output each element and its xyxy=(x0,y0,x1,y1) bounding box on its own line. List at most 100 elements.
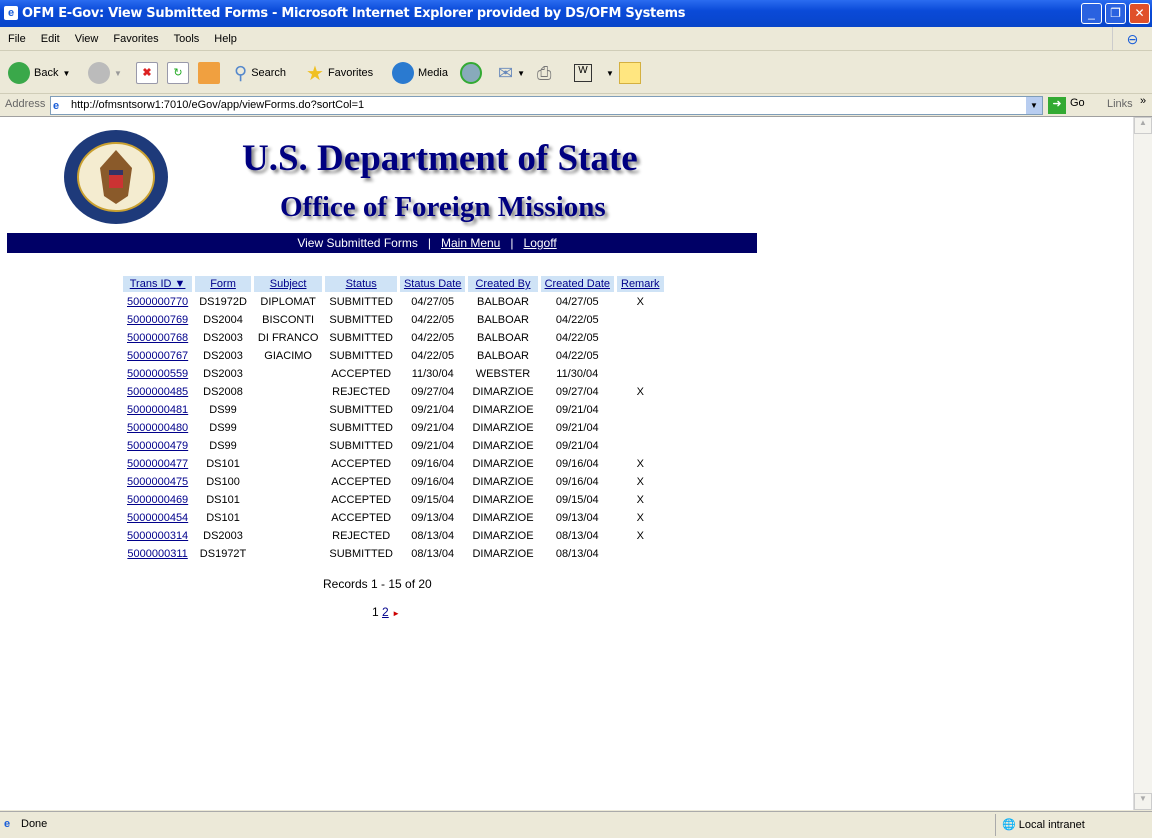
header-status-date[interactable]: Status Date xyxy=(399,276,466,292)
back-button[interactable]: Back ▼ xyxy=(8,60,70,86)
trans-id-link[interactable]: 5000000770 xyxy=(127,296,188,308)
cell-status-date: 09/21/04 xyxy=(411,403,455,416)
favorites-button[interactable]: ★ Favorites xyxy=(306,60,373,86)
address-dropdown-icon[interactable]: ▼ xyxy=(1026,97,1042,114)
go-button[interactable]: ➜ Go xyxy=(1048,97,1085,114)
trans-id-link[interactable]: 5000000769 xyxy=(127,314,188,326)
trans-id-link[interactable]: 5000000480 xyxy=(127,422,188,434)
trans-id-link[interactable]: 5000000314 xyxy=(127,530,188,542)
cell-remark: X xyxy=(636,385,644,398)
sort-link-subject[interactable]: Subject xyxy=(270,278,307,290)
scroll-down-icon[interactable]: ▼ xyxy=(1134,793,1152,810)
cell-status-date: 04/22/05 xyxy=(411,313,455,326)
sort-link-trans-id[interactable]: Trans ID ▼ xyxy=(130,278,186,290)
links-button[interactable]: Links xyxy=(1107,98,1133,110)
maximize-button[interactable]: ❐ xyxy=(1105,3,1126,24)
cell-status-date: 08/13/04 xyxy=(411,547,455,560)
cell-trans-id[interactable]: 5000000475 xyxy=(123,473,192,490)
header-created-by[interactable]: Created By xyxy=(468,276,538,292)
cell-trans-id[interactable]: 5000000559 xyxy=(123,365,192,382)
cell-subject xyxy=(254,455,323,472)
header-trans-id[interactable]: Trans ID ▼ xyxy=(123,276,193,292)
print-button[interactable]: ⎙ xyxy=(537,60,551,86)
header-created-date[interactable]: Created Date xyxy=(540,276,614,292)
trans-id-link[interactable]: 5000000311 xyxy=(127,548,187,560)
sort-link-status[interactable]: Status xyxy=(346,278,377,290)
cell-trans-id[interactable]: 5000000477 xyxy=(123,455,192,472)
cell-status: SUBMITTED xyxy=(329,313,393,326)
trans-id-link[interactable]: 5000000559 xyxy=(127,368,188,380)
cell-trans-id[interactable]: 5000000311 xyxy=(123,545,192,562)
cell-trans-id[interactable]: 5000000454 xyxy=(123,509,192,526)
trans-id-link[interactable]: 5000000469 xyxy=(127,494,188,506)
page-link-2[interactable]: 2 xyxy=(382,605,389,619)
messenger-button[interactable] xyxy=(619,60,641,86)
toolbar: Back ▼ ▼ ✖ ↻ ⚲ Search ★ Favorites Media ✉ ▼ … xyxy=(0,52,1152,94)
sort-link-created-by[interactable]: Created By xyxy=(475,278,530,290)
cell-trans-id[interactable]: 5000000770 xyxy=(123,293,192,310)
header-status[interactable]: Status xyxy=(325,276,397,292)
address-input[interactable]: e http://ofmsntsorw1:7010/eGov/app/viewF… xyxy=(50,96,1043,115)
menu-edit[interactable]: Edit xyxy=(33,27,67,45)
cell-trans-id[interactable]: 5000000481 xyxy=(123,401,192,418)
minimize-button[interactable]: _ xyxy=(1081,3,1102,24)
refresh-button[interactable]: ↻ xyxy=(167,60,189,86)
trans-id-link[interactable]: 5000000454 xyxy=(127,512,188,524)
refresh-icon: ↻ xyxy=(167,62,189,84)
search-button[interactable]: ⚲ Search xyxy=(234,60,286,86)
cell-status: SUBMITTED xyxy=(329,349,393,362)
sort-link-remark[interactable]: Remark xyxy=(621,278,660,290)
main-menu-link[interactable]: Main Menu xyxy=(441,236,500,250)
cell-trans-id[interactable]: 5000000469 xyxy=(123,491,192,508)
header-remark[interactable]: Remark xyxy=(617,276,664,292)
trans-id-link[interactable]: 5000000477 xyxy=(127,458,188,470)
menu-favorites[interactable]: Favorites xyxy=(105,27,165,45)
cell-trans-id[interactable]: 5000000767 xyxy=(123,347,192,364)
cell-status-date: 04/22/05 xyxy=(411,331,455,344)
page-current: 1 xyxy=(372,605,379,619)
cell-trans-id[interactable]: 5000000479 xyxy=(123,437,192,454)
stop-button[interactable]: ✖ xyxy=(136,60,158,86)
sort-link-created-date[interactable]: Created Date xyxy=(545,278,610,290)
cell-created-date: 04/27/05 xyxy=(555,295,599,308)
mail-button[interactable]: ✉ ▼ xyxy=(498,60,525,86)
menu-view[interactable]: View xyxy=(67,27,106,45)
chevron-icon[interactable]: » xyxy=(1140,95,1146,107)
cell-trans-id[interactable]: 5000000314 xyxy=(123,527,192,544)
next-arrow-icon[interactable]: ► xyxy=(392,609,400,618)
menu-file[interactable]: File xyxy=(0,27,33,45)
trans-id-link[interactable]: 5000000479 xyxy=(127,440,188,452)
forward-button[interactable]: ▼ xyxy=(88,60,122,86)
logoff-link[interactable]: Logoff xyxy=(524,236,557,250)
scroll-up-icon[interactable]: ▲ xyxy=(1134,117,1152,134)
header-subject[interactable]: Subject xyxy=(253,276,323,292)
media-button[interactable]: Media xyxy=(392,60,448,86)
sort-link-status-date[interactable]: Status Date xyxy=(404,278,461,290)
menu-help[interactable]: Help xyxy=(206,27,244,45)
vertical-scrollbar[interactable]: ▲ ▼ xyxy=(1133,117,1152,810)
edit-button[interactable]: W ▼ xyxy=(574,60,614,86)
zone-indicator: 🌐 Local intranet xyxy=(995,814,1152,836)
cell-trans-id[interactable]: 5000000485 xyxy=(123,383,192,400)
trans-id-link[interactable]: 5000000485 xyxy=(127,386,188,398)
table-row: 5000000480 DS99 SUBMITTED 09/21/04 DIMARZIOE… xyxy=(123,419,664,436)
cell-created-by: BALBOAR xyxy=(477,349,529,362)
history-button[interactable] xyxy=(460,60,482,86)
cell-created-by: DIMARZIOE xyxy=(472,547,534,560)
table-row: 5000000481 DS99 SUBMITTED 09/21/04 DIMARZIOE… xyxy=(123,401,664,418)
trans-id-link[interactable]: 5000000475 xyxy=(127,476,188,488)
trans-id-link[interactable]: 5000000767 xyxy=(127,350,188,362)
menu-tools[interactable]: Tools xyxy=(166,27,207,45)
close-button[interactable]: ✕ xyxy=(1129,3,1150,24)
cell-trans-id[interactable]: 5000000769 xyxy=(123,311,192,328)
cell-status-date: 08/13/04 xyxy=(411,529,455,542)
cell-trans-id[interactable]: 5000000768 xyxy=(123,329,192,346)
trans-id-link[interactable]: 5000000481 xyxy=(127,404,188,416)
header-form[interactable]: Form xyxy=(195,276,251,292)
cell-created-by: DIMARZIOE xyxy=(472,385,534,398)
trans-id-link[interactable]: 5000000768 xyxy=(127,332,188,344)
cell-trans-id[interactable]: 5000000480 xyxy=(123,419,192,436)
page-content: U.S. Department of State Office of Forei… xyxy=(0,117,1133,810)
home-button[interactable] xyxy=(198,60,220,86)
sort-link-form[interactable]: Form xyxy=(210,278,236,290)
